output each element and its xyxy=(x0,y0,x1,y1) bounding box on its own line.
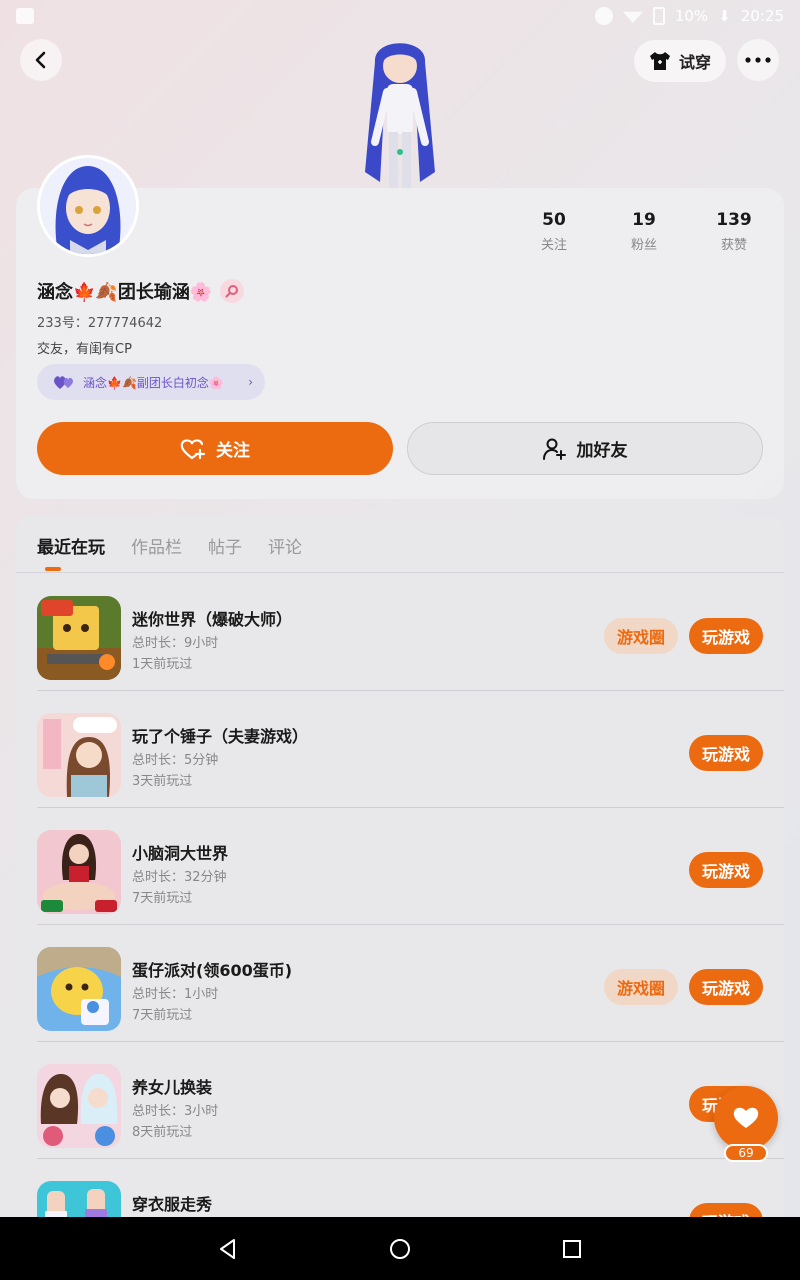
back-arrow-icon xyxy=(35,51,46,69)
heart-plus-icon xyxy=(180,438,206,459)
tshirt-icon xyxy=(649,52,670,70)
user-id: 233号：277774642 xyxy=(37,316,163,331)
like-button[interactable] xyxy=(714,1086,778,1150)
bio: 交友，有闺有CP xyxy=(37,342,132,357)
stat-value: 139 xyxy=(716,210,752,230)
play-game-button[interactable]: 玩游戏 xyxy=(689,969,763,1005)
follow-button[interactable]: 关注 xyxy=(37,422,393,475)
nav-recents-icon[interactable] xyxy=(561,1238,583,1260)
download-icon: ⬇ xyxy=(718,7,731,25)
nickname-row: 涵念🍁🍂团长瑜涵🌸 xyxy=(37,278,245,304)
clock: 20:25 xyxy=(740,7,784,25)
tab-posts[interactable]: 帖子 xyxy=(208,533,242,558)
more-dots-icon xyxy=(745,57,771,63)
game-name: 玩了个锤子（夫妻游戏） xyxy=(132,727,309,746)
game-name: 穿衣服走秀 xyxy=(132,1195,213,1214)
notification-app-icon xyxy=(16,8,34,24)
cp-label: 涵念🍁🍂副团长白初念🌸 xyxy=(83,375,224,390)
cp-relation-chip[interactable]: 涵念🍁🍂副团长白初念🌸 › xyxy=(37,364,265,400)
game-icon xyxy=(37,713,121,797)
game-name: 小脑洞大世界 xyxy=(132,844,229,863)
add-friend-label: 加好友 xyxy=(576,441,628,461)
game-row[interactable]: 玩了个锤子（夫妻游戏） 总时长：5分钟 3天前玩过 玩游戏 xyxy=(16,691,784,808)
stat-followers[interactable]: 19 粉丝 xyxy=(599,210,689,253)
game-last-played: 3天前玩过 xyxy=(132,774,193,789)
status-right: 10% ⬇ 20:25 xyxy=(594,7,784,25)
profile-stats: 50 关注 19 粉丝 139 获赞 xyxy=(509,210,779,253)
stat-value: 19 xyxy=(632,210,656,230)
avatar-character-figure xyxy=(365,43,435,190)
do-not-disturb-icon xyxy=(594,7,613,25)
recent-games-card: 最近在玩 作品栏 帖子 评论 迷你世界（爆破大师） 总时长：9小时 1天前玩过 … xyxy=(16,515,784,1235)
stat-label: 粉丝 xyxy=(630,238,657,253)
game-duration: 总时长：9小时 xyxy=(132,636,219,651)
add-friend-button[interactable]: 加好友 xyxy=(407,422,763,475)
tab-divider xyxy=(16,572,784,573)
system-nav-bar xyxy=(0,1217,800,1280)
nav-back-icon[interactable] xyxy=(217,1238,239,1260)
game-name: 蛋仔派对(领600蛋币) xyxy=(132,961,293,980)
stat-likes[interactable]: 139 获赞 xyxy=(689,210,779,253)
tab-comments[interactable]: 评论 xyxy=(268,533,302,558)
game-duration: 总时长：32分钟 xyxy=(132,870,227,885)
battery-icon xyxy=(652,7,665,25)
avatar-portrait xyxy=(40,158,136,254)
game-icon xyxy=(37,947,121,1031)
user-plus-icon xyxy=(542,438,566,460)
game-duration: 总时长：5分钟 xyxy=(132,753,219,768)
game-duration: 总时长：3小时 xyxy=(132,1104,219,1119)
game-circle-button[interactable]: 游戏圈 xyxy=(604,969,678,1005)
game-name: 迷你世界（爆破大师） xyxy=(132,610,293,629)
game-name: 养女儿换装 xyxy=(132,1078,213,1097)
game-last-played: 8天前玩过 xyxy=(132,1125,193,1140)
play-game-button[interactable]: 玩游戏 xyxy=(689,852,763,888)
stat-label: 获赞 xyxy=(720,238,747,253)
tryon-button[interactable]: 试穿 xyxy=(634,40,726,82)
battery-percent: 10% xyxy=(674,7,709,25)
nav-home-icon[interactable] xyxy=(389,1238,411,1260)
tryon-label: 试穿 xyxy=(678,53,711,72)
stat-label: 关注 xyxy=(540,238,567,253)
game-icon xyxy=(37,830,121,914)
heart-icon xyxy=(733,1107,759,1128)
search-badge-icon[interactable] xyxy=(220,279,245,303)
back-button[interactable] xyxy=(20,39,62,81)
game-row[interactable]: 养女儿换装 总时长：3小时 8天前玩过 玩游戏 xyxy=(16,1042,784,1159)
nickname: 涵念🍁🍂团长瑜涵🌸 xyxy=(37,282,213,303)
game-last-played: 1天前玩过 xyxy=(132,657,193,672)
wifi-icon xyxy=(622,11,643,23)
game-circle-button[interactable]: 游戏圈 xyxy=(604,618,678,654)
tab-recent[interactable]: 最近在玩 xyxy=(37,533,105,558)
game-icon xyxy=(37,596,121,680)
couple-hearts-icon xyxy=(54,376,73,389)
game-last-played: 7天前玩过 xyxy=(132,891,193,906)
game-row[interactable]: 迷你世界（爆破大师） 总时长：9小时 1天前玩过 游戏圈 玩游戏 xyxy=(16,574,784,691)
game-last-played: 7天前玩过 xyxy=(132,1008,193,1023)
chevron-right-icon: › xyxy=(248,375,253,389)
profile-tabs: 最近在玩 作品栏 帖子 评论 xyxy=(37,533,302,558)
like-count: 69 xyxy=(724,1144,768,1162)
game-row[interactable]: 蛋仔派对(领600蛋币) 总时长：1小时 7天前玩过 游戏圈 玩游戏 xyxy=(16,925,784,1042)
play-game-button[interactable]: 玩游戏 xyxy=(689,735,763,771)
more-button[interactable] xyxy=(737,39,779,81)
follow-label: 关注 xyxy=(216,441,250,461)
game-duration: 总时长：1小时 xyxy=(132,987,219,1002)
game-row[interactable]: 小脑洞大世界 总时长：32分钟 7天前玩过 玩游戏 xyxy=(16,808,784,925)
avatar[interactable] xyxy=(37,155,139,257)
status-bar: 10% ⬇ 20:25 xyxy=(0,0,800,32)
game-icon xyxy=(37,1064,121,1148)
play-game-button[interactable]: 玩游戏 xyxy=(689,618,763,654)
active-tab-indicator xyxy=(45,567,61,571)
stat-following[interactable]: 50 关注 xyxy=(509,210,599,253)
tab-works[interactable]: 作品栏 xyxy=(131,533,182,558)
stat-value: 50 xyxy=(542,210,566,230)
